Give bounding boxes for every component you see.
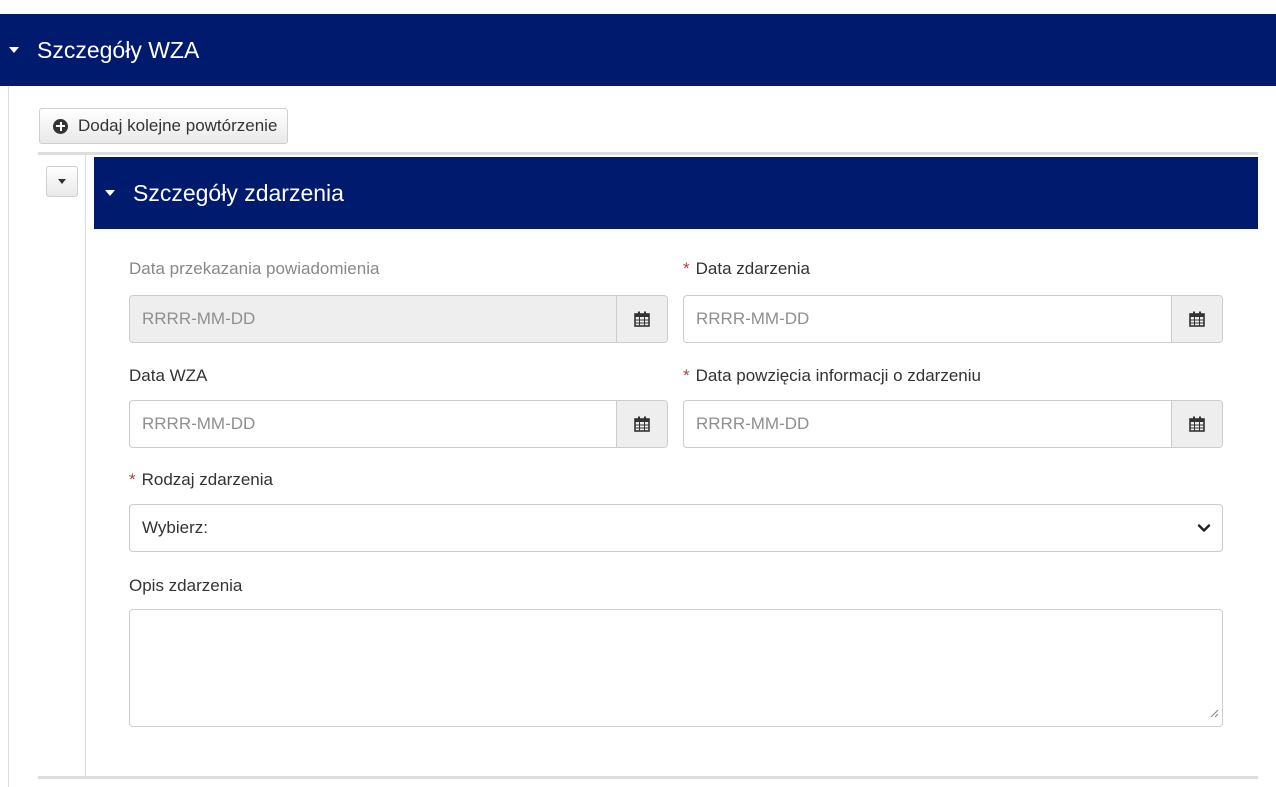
rodzaj-zdarzenia-select[interactable]: Wybierz: xyxy=(129,504,1223,552)
required-marker: * xyxy=(683,259,690,278)
data-wza-label: Data WZA xyxy=(129,366,208,385)
required-marker: * xyxy=(129,470,136,489)
calendar-icon xyxy=(616,296,667,342)
caret-down-icon xyxy=(9,47,19,53)
section-title: Szczegóły zdarzenia xyxy=(133,179,344,206)
data-powziecia-label: * Data powzięcia informacji o zdarzeniu xyxy=(683,366,981,385)
required-marker: * xyxy=(683,366,690,385)
date-field[interactable]: RRRR-MM-DD xyxy=(684,401,1171,447)
data-wza-input[interactable]: RRRR-MM-DD xyxy=(129,400,668,448)
data-przekazania-label: Data przekazania powiadomienia xyxy=(129,259,380,278)
section-border xyxy=(8,86,9,787)
section-header-szczegoly-zdarzenia[interactable]: Szczegóły zdarzenia xyxy=(94,157,1258,229)
calendar-icon[interactable] xyxy=(1171,296,1222,342)
caret-down-icon xyxy=(58,179,66,184)
section-title: Szczegóły WZA xyxy=(37,36,200,63)
date-field: RRRR-MM-DD xyxy=(142,309,256,328)
date-field[interactable]: RRRR-MM-DD xyxy=(684,296,1171,342)
chevron-down-icon xyxy=(1196,520,1212,541)
data-zdarzenia-input[interactable]: RRRR-MM-DD xyxy=(683,295,1223,343)
plus-circle-icon xyxy=(53,118,68,134)
calendar-icon[interactable] xyxy=(616,401,667,447)
data-przekazania-input: RRRR-MM-DD xyxy=(129,295,668,343)
caret-down-icon xyxy=(105,190,115,196)
rodzaj-zdarzenia-label: * Rodzaj zdarzenia xyxy=(129,470,273,489)
data-zdarzenia-label: * Data zdarzenia xyxy=(683,259,810,278)
data-powziecia-input[interactable]: RRRR-MM-DD xyxy=(683,400,1223,448)
opis-zdarzenia-label: Opis zdarzenia xyxy=(129,576,243,595)
add-repetition-button[interactable]: Dodaj kolejne powtórzenie xyxy=(39,108,289,144)
collapse-repetition-button[interactable] xyxy=(46,166,78,197)
add-repetition-label: Dodaj kolejne powtórzenie xyxy=(78,116,278,135)
repetition-control-column xyxy=(38,155,86,776)
section-header-szczegoly-wza[interactable]: Szczegóły WZA xyxy=(0,14,1276,86)
opis-zdarzenia-textarea[interactable] xyxy=(129,609,1223,727)
selected-value: Wybierz: xyxy=(142,518,208,537)
calendar-icon[interactable] xyxy=(1171,401,1222,447)
resize-handle-icon[interactable] xyxy=(1209,705,1219,723)
date-field[interactable]: RRRR-MM-DD xyxy=(130,401,616,447)
